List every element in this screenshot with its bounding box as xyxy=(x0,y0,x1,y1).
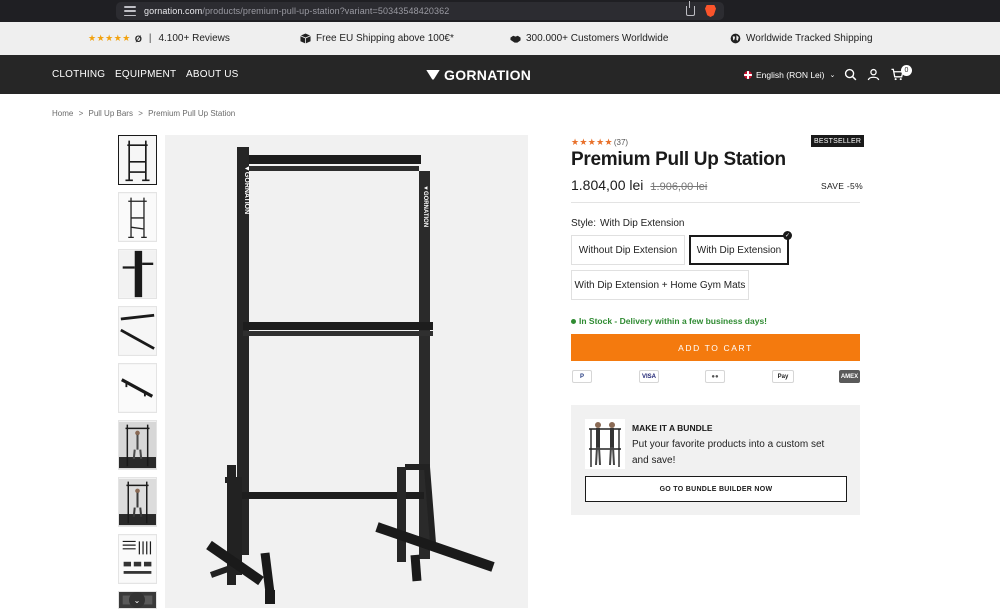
post-detail-thumb xyxy=(119,250,156,298)
mastercard-icon: ●● xyxy=(705,370,725,383)
bundle-promo: MAKE IT A BUNDLE Put your favorite produ… xyxy=(571,405,860,515)
pull-up-station-angle-thumb xyxy=(119,193,156,241)
selected-check-icon: ✓ xyxy=(783,231,792,240)
option-without-dip[interactable]: Without Dip Extension xyxy=(571,235,685,265)
thumbnail-3[interactable] xyxy=(118,249,157,299)
thumbnail-4[interactable] xyxy=(118,306,157,356)
url-text: gornation.com/products/premium-pull-up-s… xyxy=(144,6,450,16)
rating-stars: ★★★★★ xyxy=(88,33,131,43)
tracked-text: Worldwide Tracked Shipping xyxy=(746,33,873,44)
address-bar[interactable]: gornation.com/products/premium-pull-up-s… xyxy=(116,1,724,20)
bundle-image xyxy=(585,419,625,469)
stock-dot-icon xyxy=(571,319,576,324)
cart-count-badge: 0 xyxy=(901,65,912,76)
brand-logo[interactable]: GORNATION xyxy=(426,55,531,94)
thumbnail-scroll-down-icon[interactable]: ⌄ xyxy=(129,592,145,608)
rating-stars: ★★★★★ xyxy=(571,137,613,147)
style-label: Style: With Dip Extension xyxy=(571,218,685,229)
divider: | xyxy=(148,33,152,44)
current-price: 1.804,00 lei xyxy=(571,177,644,193)
thumbnail-6[interactable] xyxy=(118,420,157,470)
language-selector[interactable]: English (RON Lei) ⌄ xyxy=(744,55,835,94)
reviews-logo: Ø xyxy=(134,33,142,44)
browser-toolbar: gornation.com/products/premium-pull-up-s… xyxy=(0,0,1000,22)
style-label-value: With Dip Extension xyxy=(600,218,685,229)
thumbnail-7[interactable] xyxy=(118,477,157,527)
breadcrumb-current: Premium Pull Up Station xyxy=(148,109,236,118)
customers-text: 300.000+ Customers Worldwide xyxy=(526,33,669,44)
athlete-photo-thumb xyxy=(119,421,156,469)
product-title: Premium Pull Up Station xyxy=(571,149,786,170)
breadcrumb-separator: > xyxy=(138,109,143,118)
amex-icon: AMEX xyxy=(839,370,860,383)
announcement-bar: ★★★★★ Ø | 4.100+ Reviews Free EU Shippin… xyxy=(0,22,1000,55)
tracked-info: Worldwide Tracked Shipping xyxy=(730,22,873,55)
globe-icon xyxy=(730,33,741,44)
thumbnail-2[interactable] xyxy=(118,192,157,242)
option-with-dip[interactable]: With Dip Extension xyxy=(689,235,789,265)
breadcrumb: Home > Pull Up Bars > Premium Pull Up St… xyxy=(52,109,238,118)
thumbnail-8[interactable] xyxy=(118,534,157,584)
main-product-image[interactable]: ▼GORNATION ▼GORNATION xyxy=(165,135,528,608)
nav-about[interactable]: ABOUT US xyxy=(186,55,239,94)
dip-handle-thumb xyxy=(119,364,156,412)
main-navigation: CLOTHING EQUIPMENT ABOUT US GORNATION En… xyxy=(0,55,1000,94)
reviews-count: 4.100+ Reviews xyxy=(158,33,230,44)
breadcrumb-home[interactable]: Home xyxy=(52,109,73,118)
dip-bar-thumb xyxy=(119,307,156,355)
logo-text: GORNATION xyxy=(444,66,532,83)
account-icon[interactable] xyxy=(867,68,880,81)
thumbnail-1[interactable] xyxy=(118,135,157,185)
stock-status: In Stock - Delivery within a few busines… xyxy=(571,316,767,326)
bundle-builder-button[interactable]: GO TO BUNDLE BUILDER NOW xyxy=(585,476,847,502)
flag-icon xyxy=(744,70,752,79)
box-icon xyxy=(300,33,311,44)
athlete-photo-2-thumb xyxy=(119,478,156,526)
customers-info: 300.000+ Customers Worldwide xyxy=(510,22,668,55)
style-label-key: Style: xyxy=(571,218,597,229)
handshake-icon xyxy=(510,35,521,43)
share-icon[interactable] xyxy=(686,1,695,16)
price-row: 1.804,00 lei 1.906,00 lei xyxy=(571,177,707,193)
pull-up-station-thumb xyxy=(119,136,156,184)
thumbnail-5[interactable] xyxy=(118,363,157,413)
shipping-info: Free EU Shipping above 100€* xyxy=(300,22,454,55)
product-rating[interactable]: ★★★★★ (37) xyxy=(571,137,628,148)
visa-icon: VISA xyxy=(639,370,659,383)
rating-count: (37) xyxy=(613,138,629,147)
add-to-cart-button[interactable]: ADD TO CART xyxy=(571,334,860,361)
bundle-title: MAKE IT A BUNDLE xyxy=(632,423,713,433)
breadcrumb-category[interactable]: Pull Up Bars xyxy=(88,109,132,118)
search-icon[interactable] xyxy=(844,68,857,81)
chevron-down-icon: ⌄ xyxy=(829,71,836,79)
shipping-text: Free EU Shipping above 100€* xyxy=(316,33,454,44)
pull-up-station-image: ▼GORNATION ▼GORNATION xyxy=(165,135,528,608)
logo-mark-icon xyxy=(426,69,440,80)
breadcrumb-separator: > xyxy=(78,109,84,118)
reviews-summary[interactable]: ★★★★★ Ø | 4.100+ Reviews xyxy=(88,22,230,55)
option-with-dip-mats[interactable]: With Dip Extension + Home Gym Mats xyxy=(571,270,749,300)
site-settings-icon[interactable] xyxy=(124,6,136,16)
stock-text: In Stock - Delivery within a few busines… xyxy=(579,316,768,326)
svg-text:▼GORNATION: ▼GORNATION xyxy=(422,185,428,227)
language-label: English (RON Lei) xyxy=(756,69,825,80)
divider xyxy=(571,202,860,203)
brave-shield-icon[interactable] xyxy=(705,5,716,17)
old-price: 1.906,00 lei xyxy=(650,181,708,193)
bundle-text: Put your favorite products into a custom… xyxy=(632,439,825,466)
parts-layout-thumb xyxy=(119,535,156,583)
bestseller-badge: BESTSELLER xyxy=(811,135,865,147)
nav-equipment[interactable]: EQUIPMENT xyxy=(115,55,176,94)
save-label: SAVE -5% xyxy=(821,181,863,191)
svg-text:▼GORNATION: ▼GORNATION xyxy=(243,165,250,214)
nav-clothing[interactable]: CLOTHING xyxy=(52,55,105,94)
paypal-icon: P xyxy=(572,370,592,383)
apple-pay-icon: Pay xyxy=(772,370,794,383)
